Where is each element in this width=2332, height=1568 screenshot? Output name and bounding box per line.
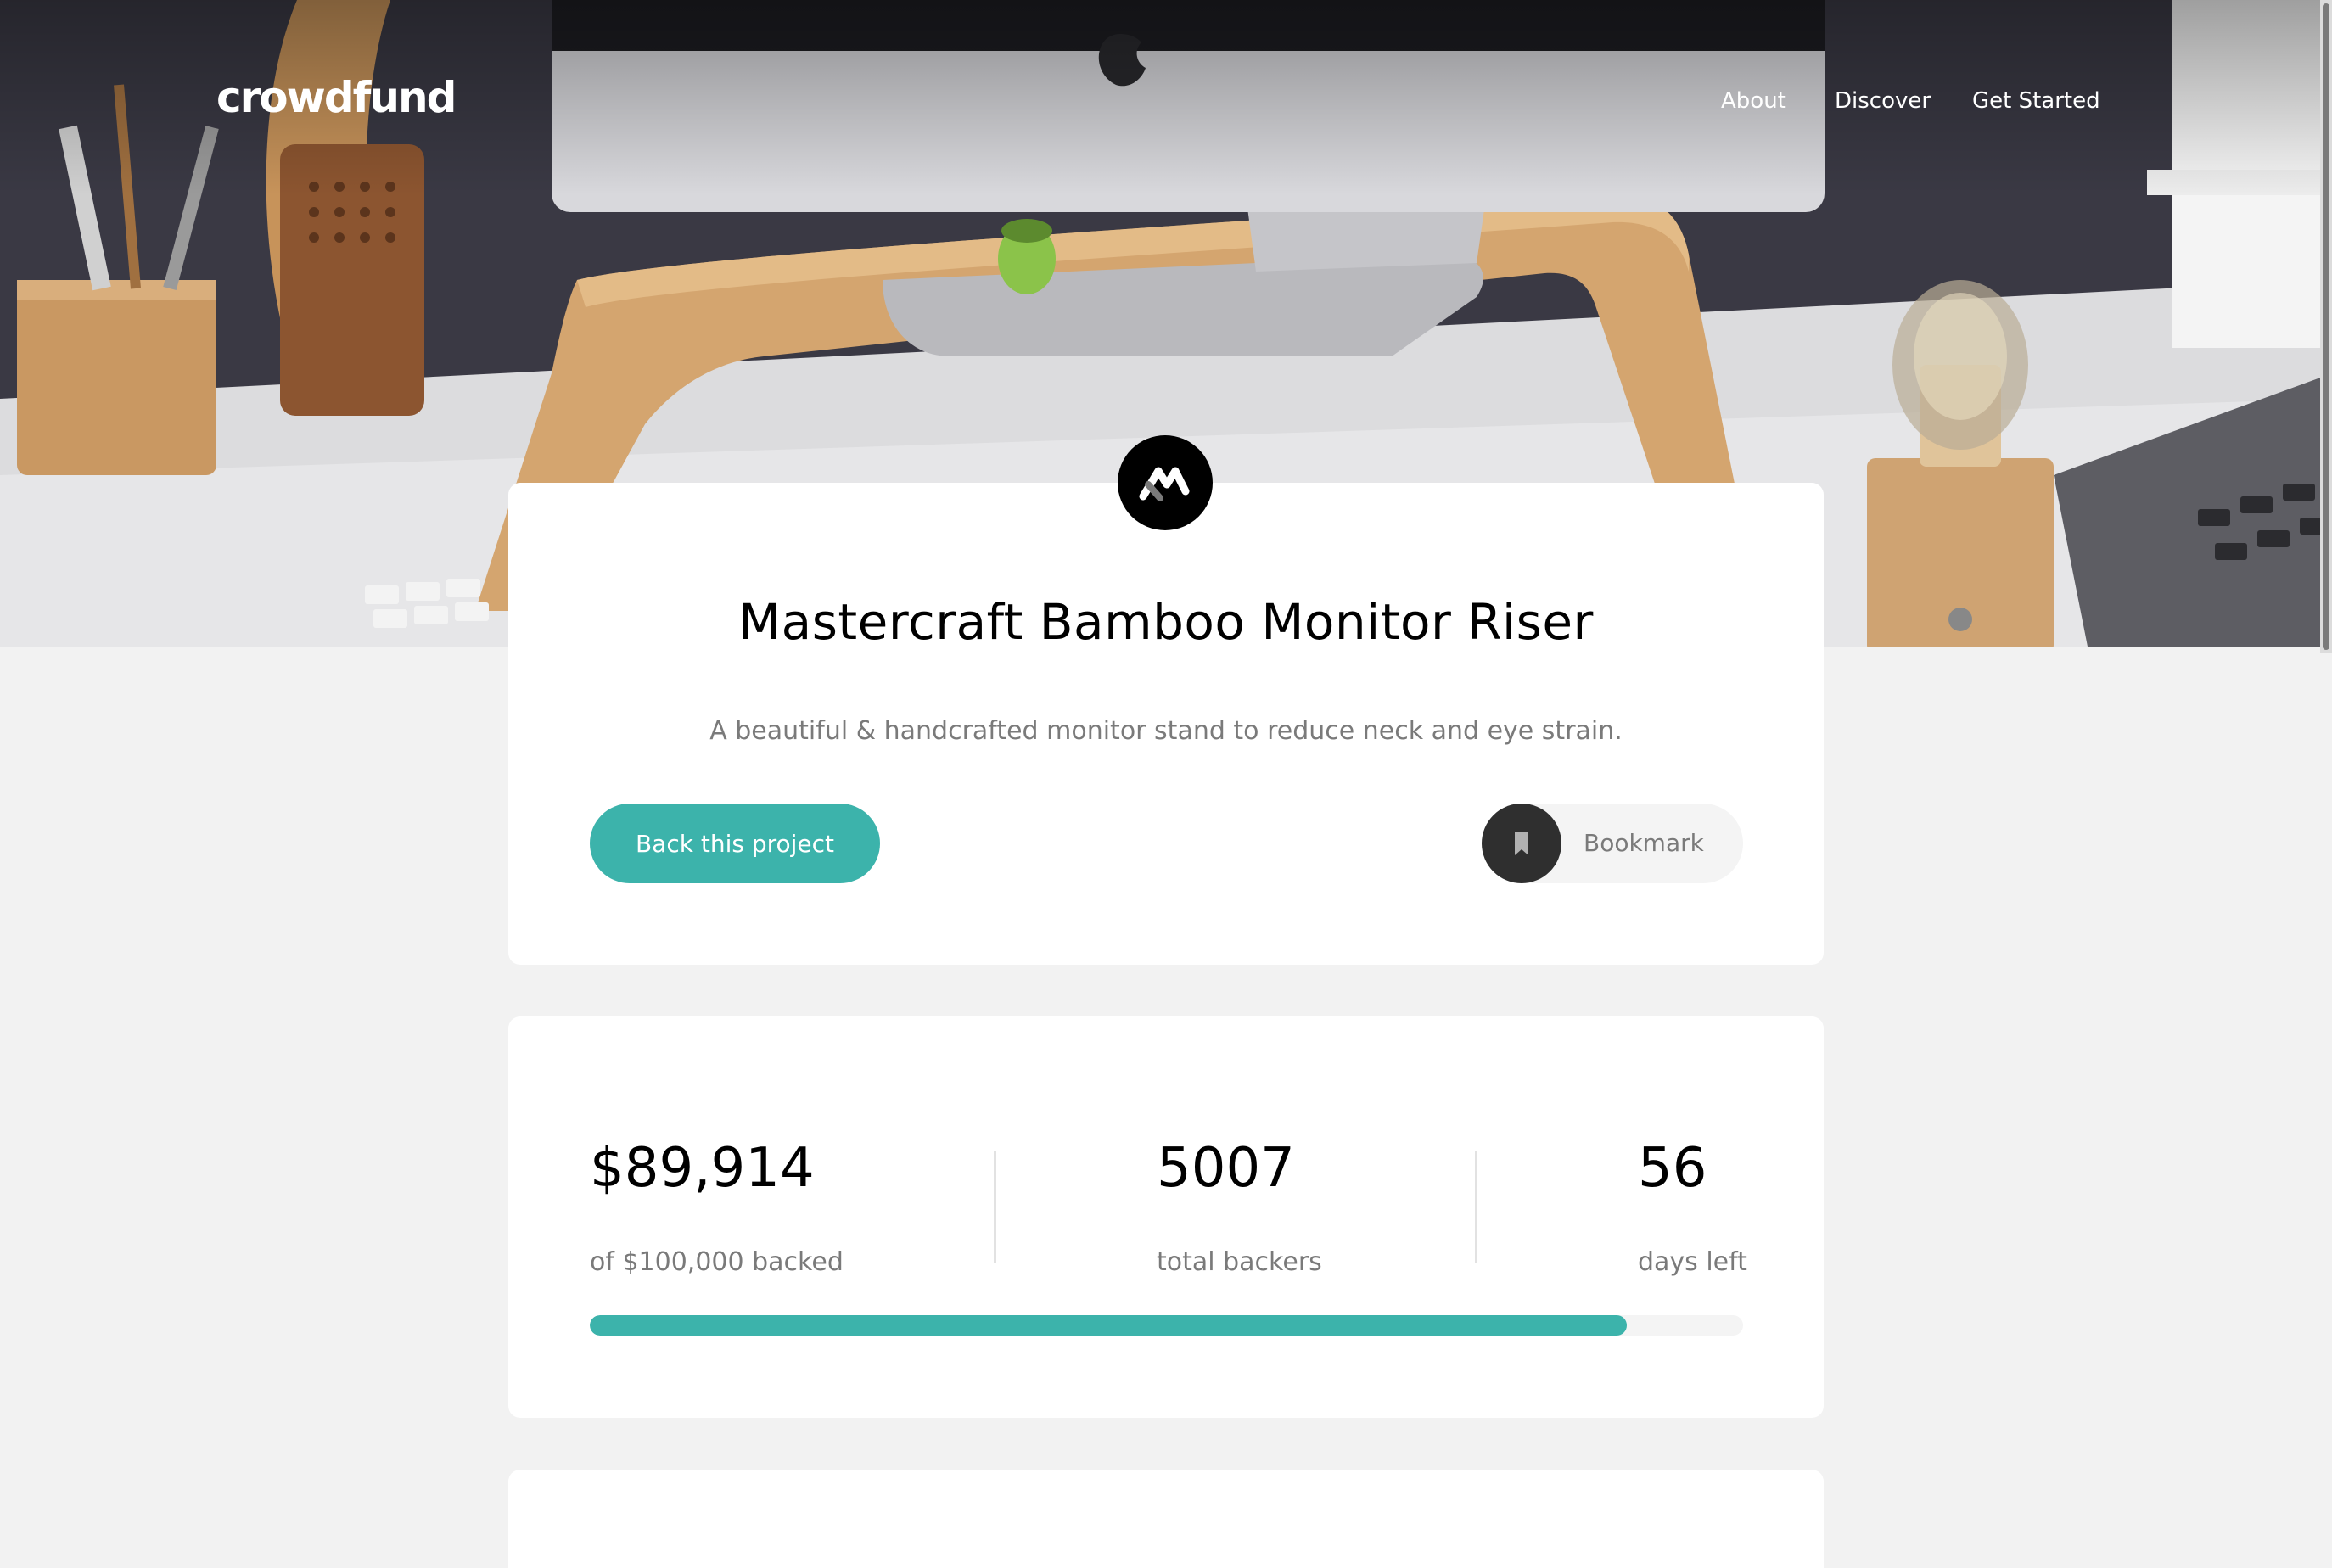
nav-about-link[interactable]: About: [1721, 88, 1786, 114]
bookmark-label: Bookmark: [1584, 829, 1704, 857]
page: crowdfund About Discover Get Started Mas…: [0, 0, 2332, 1568]
about-card: [508, 1470, 1824, 1568]
total-backers: 5007: [1157, 1137, 1295, 1200]
stats-card: $89,914 of $100,000 backed 5007 total ba…: [508, 1016, 1824, 1418]
funding-progress-fill: [590, 1315, 1627, 1336]
days-caption: days left: [1638, 1247, 1747, 1277]
mastercraft-logo-icon: [1118, 435, 1213, 530]
nav-discover-link[interactable]: Discover: [1835, 88, 1931, 114]
nav-get-started-link[interactable]: Get Started: [1972, 88, 2100, 114]
bookmark-button[interactable]: Bookmark: [1482, 804, 1743, 883]
scrollbar[interactable]: [2320, 0, 2332, 653]
project-description: A beautiful & handcrafted monitor stand …: [709, 716, 1623, 746]
stat-divider: [1475, 1151, 1477, 1263]
backed-caption: of $100,000 backed: [590, 1247, 844, 1277]
bookmark-icon: [1482, 804, 1561, 883]
main-nav: About Discover Get Started: [0, 88, 2332, 119]
backers-caption: total backers: [1157, 1247, 1322, 1277]
scrollbar-thumb[interactable]: [2323, 3, 2329, 650]
funding-progress-bar: [590, 1315, 1743, 1336]
stat-divider: [994, 1151, 996, 1263]
backed-amount: $89,914: [590, 1137, 815, 1200]
days-left: 56: [1638, 1137, 1707, 1200]
back-project-button[interactable]: Back this project: [590, 804, 880, 883]
project-title: Mastercraft Bamboo Monitor Riser: [738, 593, 1594, 651]
project-intro-card: Mastercraft Bamboo Monitor Riser A beaut…: [508, 435, 1824, 965]
